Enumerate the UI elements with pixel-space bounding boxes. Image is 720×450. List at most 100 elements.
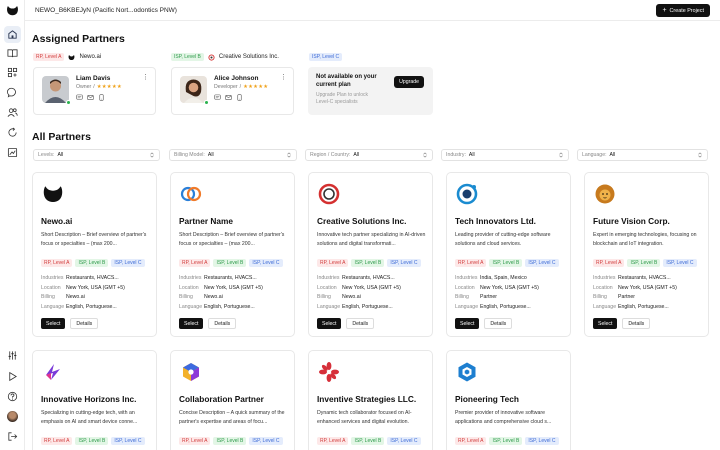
workspace-name[interactable]: NEWO_B6KBEJyN (Pacific Nort...odontics P…: [35, 7, 177, 14]
partner-card[interactable]: Tech Innovators Ltd. Leading provider of…: [446, 172, 571, 337]
rating-stars: ★★★★★: [96, 84, 122, 90]
partner-card[interactable]: Inventive Strategies LLC. Dynamic tech c…: [308, 350, 433, 450]
sidebar-item-users[interactable]: [4, 104, 21, 121]
person-photo: [42, 76, 69, 103]
partner-description: Innovative tech partner specializing in …: [317, 232, 426, 247]
filter-region-country[interactable]: Region / Country: All: [305, 149, 433, 161]
level-badge-isp-b: ISP, Level B: [627, 259, 661, 267]
partner-card[interactable]: Future Vision Corp. Expert in emerging t…: [584, 172, 709, 337]
partner-description: Short Description – Brief overview of pa…: [179, 232, 285, 247]
tech-innovators-logo-icon: [456, 183, 478, 205]
select-button[interactable]: Select: [41, 318, 66, 329]
help-icon: [7, 391, 18, 402]
partner-card[interactable]: Innovative Horizons Inc. Specializing in…: [32, 350, 157, 450]
details-button[interactable]: Details: [346, 318, 375, 329]
level-badge-isp-c: ISP, Level C: [249, 437, 283, 445]
sidebar-item-help[interactable]: [4, 388, 21, 405]
partner-details-list: Industries Restaurants, HVACS... Location…: [317, 275, 401, 310]
more-options-icon[interactable]: ⋮: [142, 74, 149, 81]
select-button[interactable]: Select: [179, 318, 204, 329]
partner-card[interactable]: Pioneering Tech Premier provider of inno…: [446, 350, 571, 450]
level-badge-rp: RP, Level A: [317, 259, 349, 267]
sidebar-item-play[interactable]: [4, 368, 21, 385]
filter-levels[interactable]: Levels: All: [33, 149, 160, 161]
play-icon: [9, 371, 17, 382]
sidebar-item-apps[interactable]: [4, 64, 21, 81]
level-badge-isp-c: ISP, Level C: [387, 437, 421, 445]
newo-logo-icon: [69, 54, 75, 60]
topbar: NEWO_B6KBEJyN (Pacific Nort...odontics P…: [25, 0, 720, 21]
assigned-person-card: Liam Davis Owner / ★★★★★ ⋮: [33, 67, 156, 115]
partner-details-list: Industries Restaurants, HVACS... Location…: [41, 275, 125, 310]
partner-card[interactable]: Collaboration Partner Concise Descriptio…: [170, 350, 295, 450]
level-badge-isp-c: ISP, Level C: [663, 259, 697, 267]
assigned-person-card: Alice Johnson Developer / ★★★★★ ⋮: [171, 67, 294, 115]
level-badge-isp-b: ISP, Level B: [213, 259, 247, 267]
level-badge-isp-c: ISP, Level C: [111, 259, 145, 267]
chevron-updown-icon: [698, 152, 702, 158]
details-button[interactable]: Details: [70, 318, 99, 329]
details-button[interactable]: Details: [208, 318, 237, 329]
message-icon[interactable]: [214, 94, 221, 101]
email-icon[interactable]: [225, 94, 232, 101]
sidebar-item-knowledge[interactable]: [4, 45, 21, 62]
person-photo: [180, 76, 207, 103]
assigned-group-isp-b: ISP, Level B Creative Solutions Inc.: [171, 53, 279, 61]
user-avatar[interactable]: [7, 411, 18, 422]
select-button[interactable]: Select: [593, 318, 618, 329]
partner-name: Creative Solutions Inc.: [218, 54, 279, 60]
partner-name: Newo.ai: [79, 54, 102, 60]
filter-industry[interactable]: Industry: All: [441, 149, 569, 161]
phone-icon[interactable]: [236, 94, 243, 101]
level-badge-isp-b: ISP, Level B: [489, 259, 523, 267]
assigned-group-isp-c: ISP, Level C: [309, 53, 343, 61]
filter-billing-model[interactable]: Billing Model: All: [169, 149, 297, 161]
innovative-horizons-logo-icon: [46, 364, 60, 380]
sidebar-item-integrations[interactable]: [4, 124, 21, 141]
level-badge-rp: RP, Level A: [455, 437, 487, 445]
sidebar-item-logout[interactable]: [4, 428, 21, 445]
future-vision-lion-logo-icon: [595, 184, 615, 204]
filter-language[interactable]: Language: All: [577, 149, 708, 161]
newo-logo-icon: [43, 186, 63, 202]
partner-card[interactable]: Partner Name Short Description – Brief o…: [170, 172, 295, 337]
level-badge-isp-b: ISP, Level B: [213, 437, 247, 445]
phone-icon[interactable]: [98, 94, 105, 101]
more-options-icon[interactable]: ⋮: [280, 74, 287, 81]
partner-description: Short Description – Brief overview of pa…: [41, 232, 147, 247]
refresh-icon: [8, 127, 17, 137]
home-icon: [8, 30, 17, 39]
level-badge-isp-b: ISP, Level B: [351, 437, 385, 445]
inventive-strategies-logo-icon: [319, 362, 339, 382]
create-project-button[interactable]: + Create Project: [656, 4, 710, 17]
level-badge-rp: RP, Level A: [179, 259, 211, 267]
person-role: Developer: [214, 84, 238, 90]
partner-description: Leading provider of cutting-edge softwar…: [455, 232, 551, 247]
collaboration-partner-logo-icon: [183, 363, 199, 381]
person-name: Alice Johnson: [214, 75, 259, 82]
partner-chain-logo-icon: [180, 186, 202, 202]
assigned-partners-title: Assigned Partners: [32, 33, 125, 45]
sliders-icon: [8, 351, 17, 360]
details-button[interactable]: Details: [484, 318, 513, 329]
upgrade-button[interactable]: Upgrade: [394, 76, 424, 88]
partner-name: Pioneering Tech: [455, 394, 519, 404]
level-badge-isp-c: ISP, Level C: [525, 259, 559, 267]
select-button[interactable]: Select: [317, 318, 342, 329]
partner-card[interactable]: Newo.ai Short Description – Brief overvi…: [32, 172, 157, 337]
sidebar-item-home[interactable]: [4, 26, 21, 43]
level-badge-rp: RP, Level A: [179, 437, 211, 445]
sidebar-item-settings[interactable]: [4, 347, 21, 364]
details-button[interactable]: Details: [622, 318, 651, 329]
partner-card[interactable]: Creative Solutions Inc. Innovative tech …: [308, 172, 433, 337]
select-button[interactable]: Select: [455, 318, 480, 329]
plus-icon: +: [662, 7, 667, 14]
newo-logo-icon[interactable]: [6, 4, 19, 17]
level-badge-isp-c: ISP, Level C: [387, 259, 421, 267]
message-icon[interactable]: [76, 94, 83, 101]
sidebar-item-analytics[interactable]: [4, 144, 21, 161]
sidebar-item-chats[interactable]: [4, 84, 21, 101]
separator: /: [239, 84, 242, 90]
email-icon[interactable]: [87, 94, 94, 101]
person-role: Owner: [76, 84, 92, 90]
